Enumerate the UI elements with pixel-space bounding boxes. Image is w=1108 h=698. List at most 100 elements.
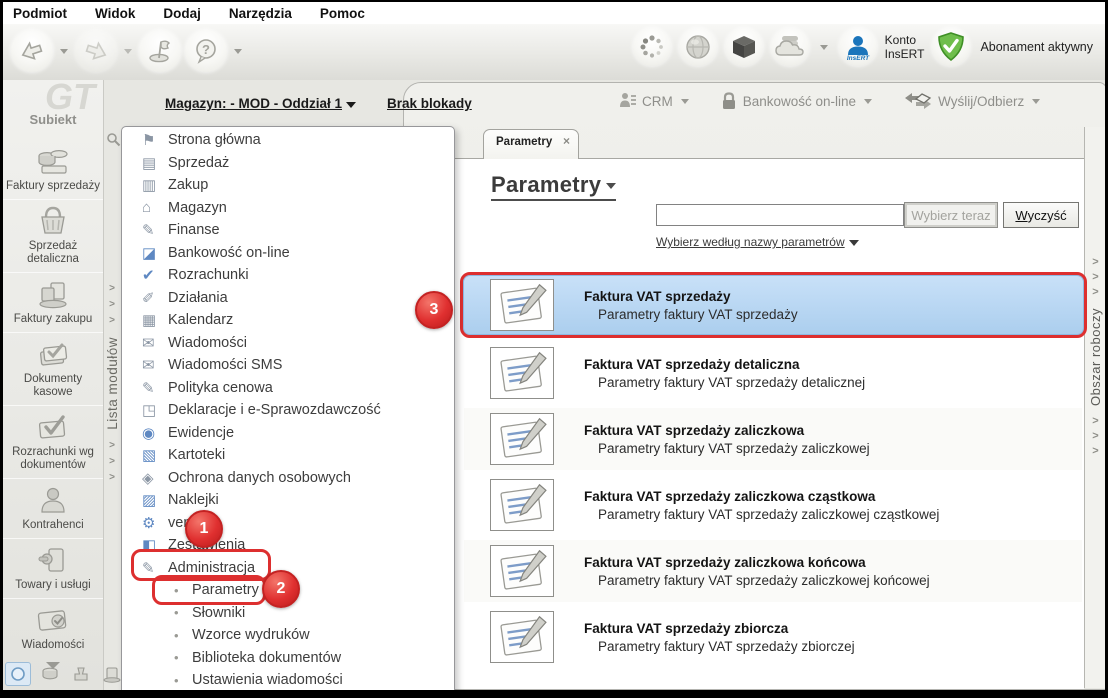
banking-menu[interactable]: Bankowość on-line — [720, 91, 875, 111]
menu-item-strona-glowna[interactable]: ⚑ Strona główna — [122, 129, 454, 152]
shield-check-icon — [936, 31, 966, 63]
list-item-title: Faktura VAT sprzedaży zaliczkowa — [584, 422, 805, 438]
menu-item-polityka-cenowa[interactable]: ✎ Polityka cenowa — [122, 377, 454, 400]
subscription-status-button[interactable] — [932, 28, 971, 66]
sidebar-item-sprzedaz-detaliczna[interactable]: Sprzedaż detaliczna — [3, 200, 103, 273]
sidebar-item-faktury-sprzedazy[interactable]: Faktury sprzedaży — [3, 140, 103, 200]
back-button[interactable] — [11, 30, 53, 72]
menu-item-ustawienia-wiadomosci[interactable]: • Ustawienia wiadomości — [122, 669, 454, 690]
forward-button[interactable] — [75, 30, 117, 72]
back-dropdown-caret[interactable] — [60, 48, 68, 54]
menu-item-zakup[interactable]: ▥ Zakup — [122, 174, 454, 197]
declarations-icon: ◳ — [142, 402, 157, 420]
sales-icon: ▤ — [142, 154, 157, 172]
sidebar-mode-stamp-icon[interactable] — [69, 663, 93, 685]
cloud-dropdown-caret[interactable] — [819, 44, 828, 50]
filter-by-name-link[interactable]: Wybierz według nazwy parametrów — [656, 235, 859, 249]
tab-close-icon[interactable]: × — [563, 135, 570, 147]
forward-dropdown-caret[interactable] — [124, 48, 132, 54]
records-icon: ◉ — [142, 424, 156, 442]
list-item-faktura-vat-sprzedazy[interactable]: Faktura VAT sprzedaży Parametry faktury … — [460, 272, 1087, 338]
menu-item-deklaracje[interactable]: ◳ Deklaracje i e-Sprawozdawczość — [122, 399, 454, 422]
module-sidebar: GT Subiekt Faktury sprzedaży Sprzedaż de… — [3, 76, 121, 690]
list-item-faktura-vat-zaliczkowa-koncowa[interactable]: Faktura VAT sprzedaży zaliczkowa końcowa… — [464, 540, 1082, 602]
cloud-services-button[interactable] — [770, 28, 809, 66]
menu-item-ochrona-danych[interactable]: ◈ Ochrona danych osobowych — [122, 467, 454, 490]
settlements-icon — [32, 411, 74, 443]
menu-item-kartoteki[interactable]: ▧ Kartoteki — [122, 444, 454, 467]
chevron-right-icon: > — [1092, 445, 1099, 458]
insert-account-button[interactable]: InsERT — [838, 28, 877, 66]
menu-item-magazyn[interactable]: ⌂ Magazyn — [122, 197, 454, 220]
modules-strip[interactable]: > > > Lista modułów > > > — [103, 126, 121, 690]
send-receive-menu[interactable]: Wyślij/Odbierz — [903, 90, 1043, 112]
menu-item-dzialania[interactable]: ✐ Działania — [122, 287, 454, 310]
menu-podmiot[interactable]: Podmiot — [13, 6, 67, 21]
menu-item-sprzedaz[interactable]: ▤ Sprzedaż — [122, 152, 454, 175]
sidebar-mode-circle-icon[interactable] — [5, 662, 31, 686]
sidebar-item-wiadomosci[interactable]: Wiadomości — [3, 599, 103, 658]
crm-caret-icon — [680, 98, 689, 104]
annotation-step-2: 2 — [262, 570, 300, 608]
crm-menu[interactable]: CRM — [617, 91, 692, 111]
menu-widok[interactable]: Widok — [95, 6, 135, 21]
help-dropdown-caret[interactable] — [234, 48, 242, 54]
list-item-title: Faktura VAT sprzedaży zbiorcza — [584, 620, 789, 636]
workspace-strip[interactable]: > > > Obszar roboczy > > > — [1084, 127, 1105, 688]
lock-status-link[interactable]: Brak blokady — [387, 96, 472, 111]
menu-pin-icon[interactable] — [106, 132, 121, 147]
chevron-right-icon: > — [109, 299, 115, 310]
list-item-subtitle: Parametry faktury VAT sprzedaży zaliczko… — [598, 440, 870, 456]
menu-item-ewidencje[interactable]: ◉ Ewidencje — [122, 422, 454, 445]
app-window: Podmiot Widok Dodaj Narzędzia Pomoc ? In… — [0, 0, 1108, 698]
sync-button[interactable] — [632, 28, 671, 66]
sidebar-item-rozrachunki[interactable]: Rozrachunki wg dokumentów — [3, 406, 103, 479]
flag-pin-icon — [147, 38, 173, 64]
navigation-flag-button[interactable] — [139, 30, 181, 72]
menu-item-biblioteka-dokumentow[interactable]: • Biblioteka dokumentów — [122, 647, 454, 670]
page-title[interactable]: Parametry — [491, 172, 617, 201]
menu-item-kalendarz[interactable]: ▦ Kalendarz — [122, 309, 454, 332]
menu-dodaj[interactable]: Dodaj — [163, 6, 201, 21]
menu-item-wiadomosci[interactable]: ✉ Wiadomości — [122, 332, 454, 355]
select-now-button[interactable]: Wybierz teraz — [904, 202, 998, 228]
menu-item-wzorce-wydrukow[interactable]: • Wzorce wydruków — [122, 624, 454, 647]
menu-pomoc[interactable]: Pomoc — [320, 6, 365, 21]
parameter-search-input[interactable] — [656, 204, 904, 226]
list-item-faktura-vat-zaliczkowa[interactable]: Faktura VAT sprzedaży zaliczkowa Paramet… — [464, 408, 1082, 470]
sidebar-item-towary-uslugi[interactable]: Towary i usługi — [3, 539, 103, 599]
menu-item-bankowosc[interactable]: ◪ Bankowość on-line — [122, 242, 454, 265]
menu-item-rozrachunki[interactable]: ✔ Rozrachunki — [122, 264, 454, 287]
sidebar-item-kontrahenci[interactable]: Kontrahenci — [3, 479, 103, 539]
menu-item-naklejki[interactable]: ▨ Naklejki — [122, 489, 454, 512]
sidebar-mode-coins-icon[interactable] — [38, 663, 62, 685]
sidebar-item-label: Sprzedaż detaliczna — [27, 240, 79, 265]
help-button[interactable]: ? — [185, 30, 227, 72]
chevron-right-icon: > — [1092, 256, 1099, 268]
card-files-icon: ▧ — [142, 447, 157, 465]
package-button[interactable] — [724, 28, 763, 66]
help-bubble-icon: ? — [193, 38, 219, 64]
sidebar-item-faktury-zakupu[interactable]: Faktury zakupu — [3, 273, 103, 333]
list-item-faktura-vat-detaliczna[interactable]: Faktura VAT sprzedaży detaliczna Paramet… — [464, 342, 1082, 404]
list-item-faktura-vat-zaliczkowa-czastkowa[interactable]: Faktura VAT sprzedaży zaliczkowa cząstko… — [464, 474, 1082, 536]
tab-parametry[interactable]: Parametry × — [483, 129, 579, 159]
globe-icon — [684, 33, 712, 61]
lock-icon — [720, 91, 738, 111]
chevron-right-icon: > — [109, 455, 115, 467]
list-item-title: Faktura VAT sprzedaży — [584, 288, 731, 304]
list-item-title: Faktura VAT sprzedaży zaliczkowa cząstko… — [584, 488, 876, 504]
sidebar-item-dokumenty-kasowe[interactable]: Dokumenty kasowe — [3, 333, 103, 406]
menu-item-finanse[interactable]: ✎ Finanse — [122, 219, 454, 242]
clear-button[interactable]: Wyczyść — [1003, 202, 1079, 228]
online-services-button[interactable] — [678, 28, 717, 66]
warehouse-selector-link[interactable]: Magazyn: - MOD - Oddział 1 — [165, 96, 357, 111]
forward-arrow-icon — [83, 40, 109, 62]
menu-item-vendero[interactable]: ⚙vendero — [122, 512, 454, 535]
chevron-right-icon: > — [109, 315, 115, 326]
list-item-faktura-vat-zbiorcza[interactable]: Faktura VAT sprzedaży zbiorcza Parametry… — [464, 606, 1082, 668]
calendar-icon: ▦ — [142, 312, 157, 330]
menu-narzedzia[interactable]: Narzędzia — [229, 6, 292, 21]
goods-services-icon — [32, 544, 74, 576]
menu-item-wiadomosci-sms[interactable]: ✉ Wiadomości SMS — [122, 354, 454, 377]
